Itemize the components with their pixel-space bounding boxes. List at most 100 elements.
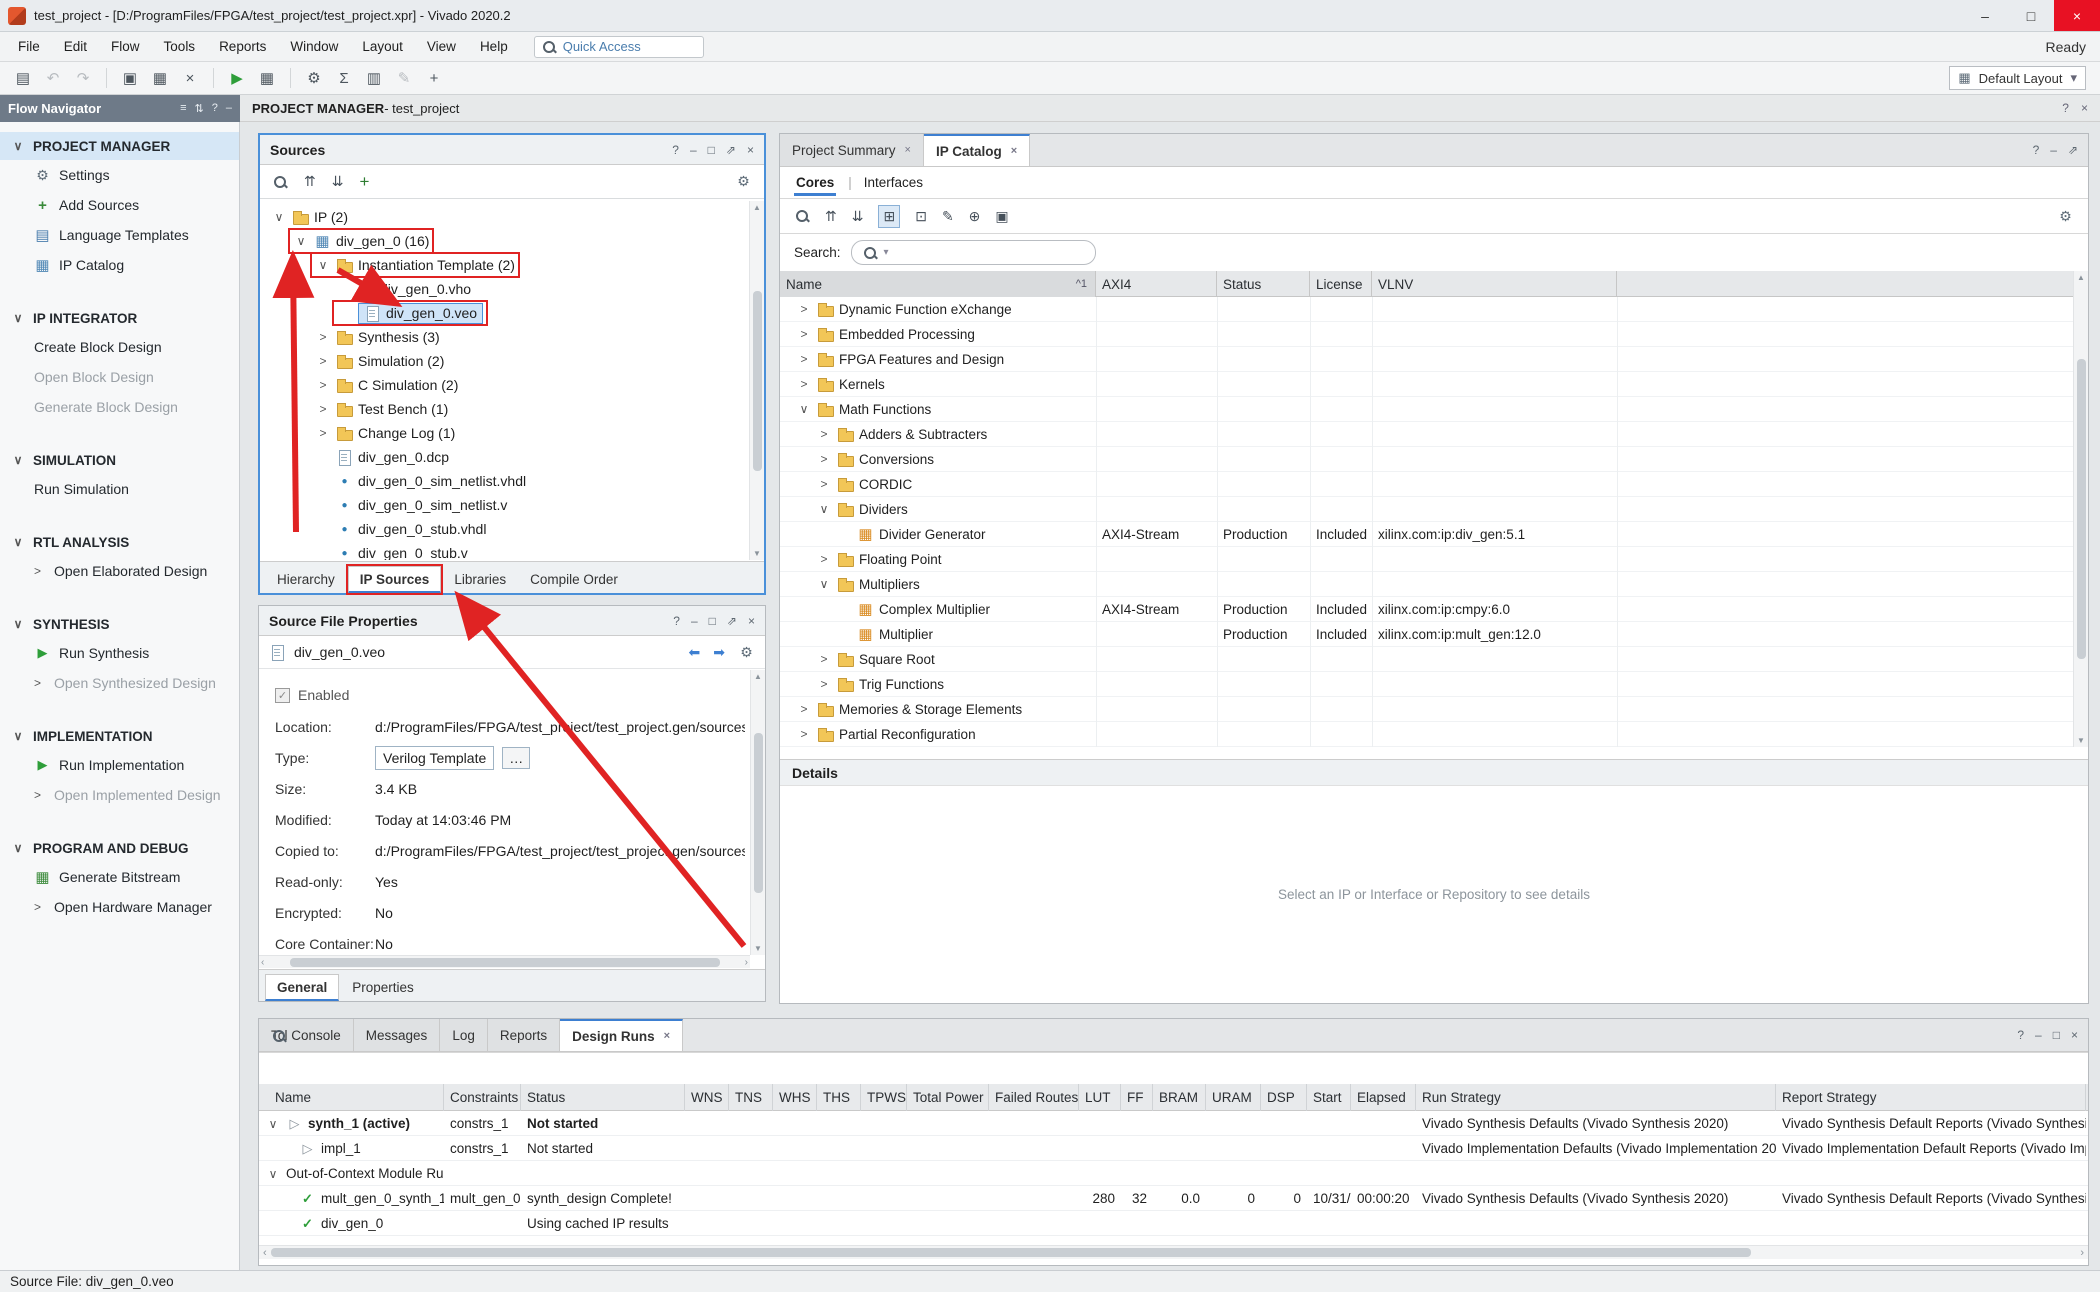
close-tab-icon[interactable]: × [905, 144, 911, 156]
expand-icon[interactable]: > [816, 677, 832, 691]
source-tree-item[interactable]: ∨Instantiation Template (2) [260, 253, 749, 277]
probe-icon[interactable]: + [421, 65, 447, 91]
source-tree-item[interactable]: >Test Bench (1) [260, 397, 749, 421]
source-tree-item[interactable]: >Change Log (1) [260, 421, 749, 445]
paste-icon[interactable]: ▦ [147, 65, 173, 91]
maximize-icon[interactable]: □ [708, 143, 715, 157]
flow-section-header[interactable]: ∨PROJECT MANAGER [0, 132, 239, 160]
collapse-icon[interactable]: ∨ [10, 139, 26, 153]
tab-libraries[interactable]: Libraries [443, 566, 517, 593]
program-icon[interactable]: ▦ [254, 65, 280, 91]
settings-gear-icon[interactable] [2057, 208, 2074, 225]
properties-vertical-scrollbar[interactable]: ▲ ▼ [750, 670, 765, 955]
design-run-row[interactable]: div_gen_0Using cached IP results [259, 1211, 2088, 1236]
tree-collapse-icon[interactable]: ∨ [271, 210, 287, 224]
delete-icon[interactable]: × [177, 65, 203, 91]
tab-hierarchy[interactable]: Hierarchy [266, 566, 346, 593]
tab-log[interactable]: Log [440, 1019, 488, 1051]
sources-vertical-scrollbar[interactable]: ▲ ▼ [749, 201, 764, 560]
menu-flow[interactable]: Flow [99, 32, 152, 61]
source-tree-item[interactable]: div_gen_0.dcp [260, 445, 749, 469]
search-icon[interactable] [794, 208, 810, 224]
expand-icon[interactable]: > [796, 702, 812, 716]
column-header-failed_routes[interactable]: Failed Routes [989, 1084, 1079, 1111]
help-icon[interactable]: ? [212, 102, 218, 115]
maximize-window-button[interactable]: □ [2008, 0, 2054, 31]
column-header-constraints[interactable]: Constraints [444, 1084, 521, 1111]
expand-icon[interactable]: > [816, 452, 832, 466]
collapse-icon[interactable]: ∨ [10, 535, 26, 549]
tree-expand-icon[interactable]: > [315, 378, 331, 392]
scroll-down-icon[interactable]: ▼ [753, 549, 761, 558]
expand-icon[interactable]: > [796, 302, 812, 316]
tab-general[interactable]: General [265, 974, 339, 1001]
close-icon[interactable]: × [2071, 1028, 2078, 1042]
ip-catalog-row[interactable]: >Memories & Storage Elements [780, 697, 2076, 722]
ip-catalog-row[interactable]: >FPGA Features and Design [780, 347, 2076, 372]
design-run-row[interactable]: mult_gen_0_synth_1mult_gen_0synth_design… [259, 1186, 2088, 1211]
collapse-all-icon[interactable]: ⇈ [304, 173, 316, 190]
tree-expand-icon[interactable]: > [315, 330, 331, 344]
column-header-ths[interactable]: THS [817, 1084, 861, 1111]
column-header-total_power[interactable]: Total Power [907, 1084, 989, 1111]
tree-collapse-icon[interactable]: ∨ [315, 258, 331, 272]
ip-catalog-row[interactable]: >CORDIC [780, 472, 2076, 497]
ip-catalog-row[interactable]: ∨Math Functions [780, 397, 2076, 422]
edit-icon[interactable]: ✎ [391, 65, 417, 91]
column-header-start[interactable]: Start [1307, 1084, 1351, 1111]
float-icon[interactable]: ⇗ [2068, 143, 2078, 157]
menu-window[interactable]: Window [278, 32, 350, 61]
ip-catalog-row[interactable]: >Kernels [780, 372, 2076, 397]
sidebar-item-run-implementation[interactable]: Run Implementation [0, 750, 239, 780]
expand-icon[interactable]: > [816, 552, 832, 566]
search-icon[interactable] [272, 174, 288, 190]
column-header-wns[interactable]: WNS [685, 1084, 729, 1111]
scroll-up-icon[interactable]: ▲ [753, 203, 761, 212]
tab-properties[interactable]: Properties [341, 974, 425, 1001]
help-icon[interactable]: ? [672, 143, 679, 157]
source-tree-item[interactable]: div_gen_0_sim_netlist.v [260, 493, 749, 517]
expand-icon[interactable]: > [796, 352, 812, 366]
flow-section-header[interactable]: ∨PROGRAM AND DEBUG [0, 834, 239, 862]
collapse-icon[interactable]: ∨ [10, 617, 26, 631]
column-header-tpws[interactable]: TPWS [861, 1084, 907, 1111]
scroll-up-icon[interactable]: ▲ [2077, 273, 2085, 282]
column-header-name[interactable]: Name [269, 1084, 444, 1111]
add-repository-icon[interactable]: ⊕ [969, 208, 981, 225]
column-header-status[interactable]: Status [521, 1084, 685, 1111]
sidebar-item-language-templates[interactable]: Language Templates [0, 220, 239, 250]
close-icon[interactable]: × [2081, 101, 2088, 115]
collapse-icon[interactable]: ∨ [265, 1167, 281, 1181]
source-tree-item[interactable]: div_gen_0_sim_netlist.vhdl [260, 469, 749, 493]
ip-catalog-row[interactable]: ∨Multipliers [780, 572, 2076, 597]
scroll-up-icon[interactable]: ▲ [754, 672, 762, 681]
layout-select[interactable]: ▦ Default Layout ▾ [1949, 66, 2086, 90]
minimize-icon[interactable]: – [2035, 1028, 2042, 1042]
scroll-right-icon[interactable]: › [745, 957, 748, 968]
flow-section-header[interactable]: ∨RTL ANALYSIS [0, 528, 239, 556]
tree-expand-icon[interactable]: > [315, 354, 331, 368]
source-tree-item[interactable]: div_gen_0.veo [260, 301, 749, 325]
ip-catalog-row[interactable]: >Trig Functions [780, 672, 2076, 697]
column-header-dsp[interactable]: DSP [1261, 1084, 1307, 1111]
scroll-down-icon[interactable]: ▼ [754, 944, 762, 953]
sidebar-item-generate-bitstream[interactable]: Generate Bitstream [0, 862, 239, 892]
sidebar-item-run-simulation[interactable]: Run Simulation [0, 474, 239, 504]
minimize-icon[interactable]: – [2050, 143, 2057, 157]
expand-icon[interactable]: > [796, 377, 812, 391]
source-tree-item[interactable]: ∨IP (2) [260, 205, 749, 229]
maximize-icon[interactable]: □ [2053, 1028, 2060, 1042]
column-header-tns[interactable]: TNS [729, 1084, 773, 1111]
menu-reports[interactable]: Reports [207, 32, 278, 61]
collapse-icon[interactable]: ∨ [816, 502, 832, 516]
search-icon[interactable] [271, 1028, 287, 1044]
float-icon[interactable]: ⇗ [727, 614, 737, 628]
expand-all-icon[interactable]: ⇊ [852, 208, 864, 225]
menu-edit[interactable]: Edit [52, 32, 99, 61]
ip-catalog-row[interactable]: ∨Dividers [780, 497, 2076, 522]
column-header-lut[interactable]: LUT [1079, 1084, 1121, 1111]
menu-view[interactable]: View [415, 32, 468, 61]
column-header-report_strategy[interactable]: Report Strategy [1776, 1084, 2086, 1111]
close-icon[interactable]: × [748, 614, 755, 628]
sidebar-item-create-block-design[interactable]: Create Block Design [0, 332, 239, 362]
